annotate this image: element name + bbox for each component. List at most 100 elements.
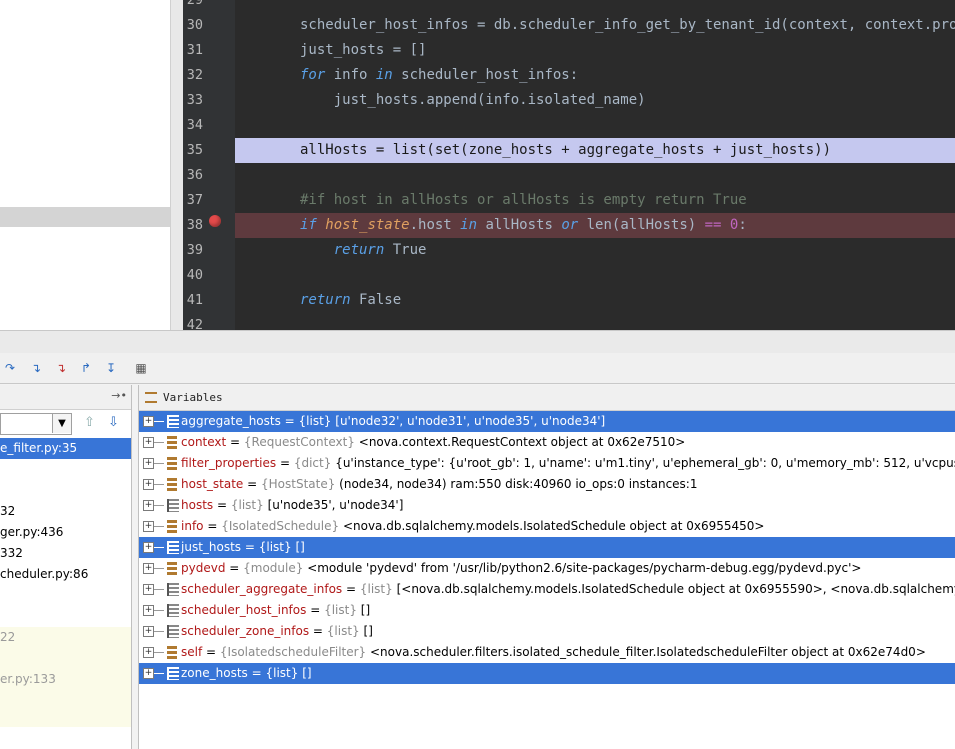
code-line-41[interactable]: return False: [300, 288, 401, 313]
variable-type: {list}: [298, 414, 332, 428]
step-over-icon[interactable]: ↷: [2, 360, 18, 376]
splitter[interactable]: [0, 330, 955, 354]
object-icon: [167, 436, 177, 449]
line-number: 32: [186, 67, 203, 83]
frame-item[interactable]: [0, 459, 131, 480]
code-line-37[interactable]: #if host in allHosts or allHosts is empt…: [300, 188, 747, 213]
frame-item[interactable]: [0, 585, 131, 606]
code-editor[interactable]: scheduler_host_infos = db.scheduler_info…: [235, 0, 955, 330]
variable-row-scheduler_aggregate_infos[interactable]: + scheduler_aggregate_infos = {list} [<no…: [139, 579, 955, 600]
variables-icon: [145, 392, 157, 403]
expand-icon[interactable]: +: [143, 458, 154, 469]
variable-type: {list}: [258, 540, 292, 554]
variable-text: filter_properties = {dict} {u'instance_t…: [181, 453, 955, 474]
variable-row-info[interactable]: + info = {IsolatedSchedule} <nova.db.sqla…: [139, 516, 955, 537]
expand-icon[interactable]: +: [143, 584, 154, 595]
variable-row-scheduler_host_infos[interactable]: + scheduler_host_infos = {list} []: [139, 600, 955, 621]
variable-row-self[interactable]: + self = {IsolatedscheduleFilter} <nova.s…: [139, 642, 955, 663]
code-line-33[interactable]: just_hosts.append(info.isolated_name): [300, 88, 646, 113]
code-line-30[interactable]: scheduler_host_infos = db.scheduler_info…: [300, 13, 955, 38]
expand-icon[interactable]: +: [143, 479, 154, 490]
expand-icon[interactable]: +: [143, 500, 154, 511]
panel-divider[interactable]: [171, 0, 183, 330]
frame-down-icon[interactable]: ⇩: [108, 415, 119, 430]
variables-panel: Variables + aggregate_hosts = {list} [u'n…: [138, 385, 955, 749]
variable-value: []: [359, 624, 373, 638]
variable-row-context[interactable]: + context = {RequestContext} <nova.contex…: [139, 432, 955, 453]
frame-up-icon[interactable]: ⇧: [84, 415, 95, 430]
variable-text: hosts = {list} [u'node35', u'node34']: [181, 498, 404, 512]
frame-item[interactable]: [0, 606, 131, 627]
variable-name: zone_hosts: [181, 666, 248, 680]
line-number-gutter[interactable]: 29 30 31 32 33 34 35 36 37 38 39 40 41 42: [183, 0, 235, 333]
line-number: 41: [186, 292, 203, 308]
variable-type: {RequestContext}: [243, 435, 355, 449]
expand-icon[interactable]: +: [143, 416, 154, 427]
expand-icon[interactable]: +: [143, 605, 154, 616]
frame-item[interactable]: er.py:133: [0, 669, 131, 690]
list-icon: [167, 604, 179, 617]
code-line-38[interactable]: if host_state.host in allHosts or len(al…: [300, 213, 747, 238]
line-number: 34: [186, 117, 203, 133]
variable-name: pydevd: [181, 561, 226, 575]
variable-name: self: [181, 645, 203, 659]
line-number: 39: [186, 242, 203, 258]
tree-connector: [154, 526, 164, 527]
variable-row-hosts[interactable]: + hosts = {list} [u'node35', u'node34']: [139, 495, 955, 516]
line-number: 40: [186, 267, 203, 283]
frame-item[interactable]: [0, 480, 131, 501]
expand-icon[interactable]: +: [143, 542, 154, 553]
run-to-cursor-icon[interactable]: ↧: [103, 360, 119, 376]
expand-icon[interactable]: +: [143, 437, 154, 448]
frame-item[interactable]: ger.py:436: [0, 522, 131, 543]
variable-row-filter_properties[interactable]: + filter_properties = {dict} {u'instance_…: [139, 453, 955, 474]
project-tree-selected-row[interactable]: [0, 207, 170, 227]
line-number: 31: [186, 42, 203, 58]
code-line-31[interactable]: just_hosts = []: [300, 38, 426, 63]
variable-type: {module}: [243, 561, 304, 575]
variable-row-aggregate_hosts[interactable]: + aggregate_hosts = {list} [u'node32', u'…: [139, 411, 955, 432]
step-into-icon[interactable]: ↴: [28, 360, 44, 376]
evaluate-expression-icon[interactable]: ▦: [133, 360, 149, 376]
object-icon: [167, 520, 177, 533]
code-line-39[interactable]: return True: [300, 238, 427, 263]
variable-row-zone_hosts[interactable]: + zone_hosts = {list} []: [139, 663, 955, 684]
project-tree-panel[interactable]: [0, 0, 171, 330]
pin-icon[interactable]: →•: [111, 389, 127, 402]
variable-row-host_state[interactable]: + host_state = {HostState} (node34, node3…: [139, 474, 955, 495]
expand-icon[interactable]: +: [143, 647, 154, 658]
tree-connector: [154, 568, 164, 569]
variable-text: scheduler_zone_infos = {list} []: [181, 624, 373, 638]
variable-text: info = {IsolatedSchedule} <nova.db.sqlal…: [181, 519, 765, 533]
debug-toolbar: ↷ ↴ ↴ ↱ ↧ ▦: [0, 353, 955, 384]
chevron-down-icon[interactable]: ▼: [52, 414, 71, 433]
frame-item[interactable]: [0, 648, 131, 669]
line-number: 33: [186, 92, 203, 108]
variable-text: host_state = {HostState} (node34, node34…: [181, 477, 698, 491]
code-line-32[interactable]: for info in scheduler_host_infos:: [300, 63, 578, 88]
frame-item[interactable]: 32: [0, 501, 131, 522]
frame-item[interactable]: e_filter.py:35: [0, 438, 131, 459]
frame-item[interactable]: cheduler.py:86: [0, 564, 131, 585]
expand-icon[interactable]: +: [143, 521, 154, 532]
step-out-icon[interactable]: ↱: [78, 360, 94, 376]
frame-item[interactable]: 22: [0, 627, 131, 648]
force-step-into-icon[interactable]: ↴: [53, 360, 69, 376]
tree-connector: [154, 463, 164, 464]
line-number: 35: [186, 142, 203, 158]
variable-value: [u'node35', u'node34']: [263, 498, 404, 512]
variable-name: scheduler_zone_infos: [181, 624, 310, 638]
line-number: 30: [186, 17, 203, 33]
code-line-35[interactable]: allHosts = list(set(zone_hosts + aggrega…: [300, 138, 831, 163]
object-icon: [167, 457, 177, 470]
expand-icon[interactable]: +: [143, 668, 154, 679]
variable-row-scheduler_zone_infos[interactable]: + scheduler_zone_infos = {list} []: [139, 621, 955, 642]
frame-item[interactable]: 332: [0, 543, 131, 564]
expand-icon[interactable]: +: [143, 563, 154, 574]
breakpoint-icon[interactable]: [209, 215, 221, 227]
variable-row-just_hosts[interactable]: + just_hosts = {list} []: [139, 537, 955, 558]
expand-icon[interactable]: +: [143, 626, 154, 637]
line-number: 37: [186, 192, 203, 208]
list-icon: [167, 583, 179, 596]
variable-row-pydevd[interactable]: + pydevd = {module} <module 'pydevd' from…: [139, 558, 955, 579]
